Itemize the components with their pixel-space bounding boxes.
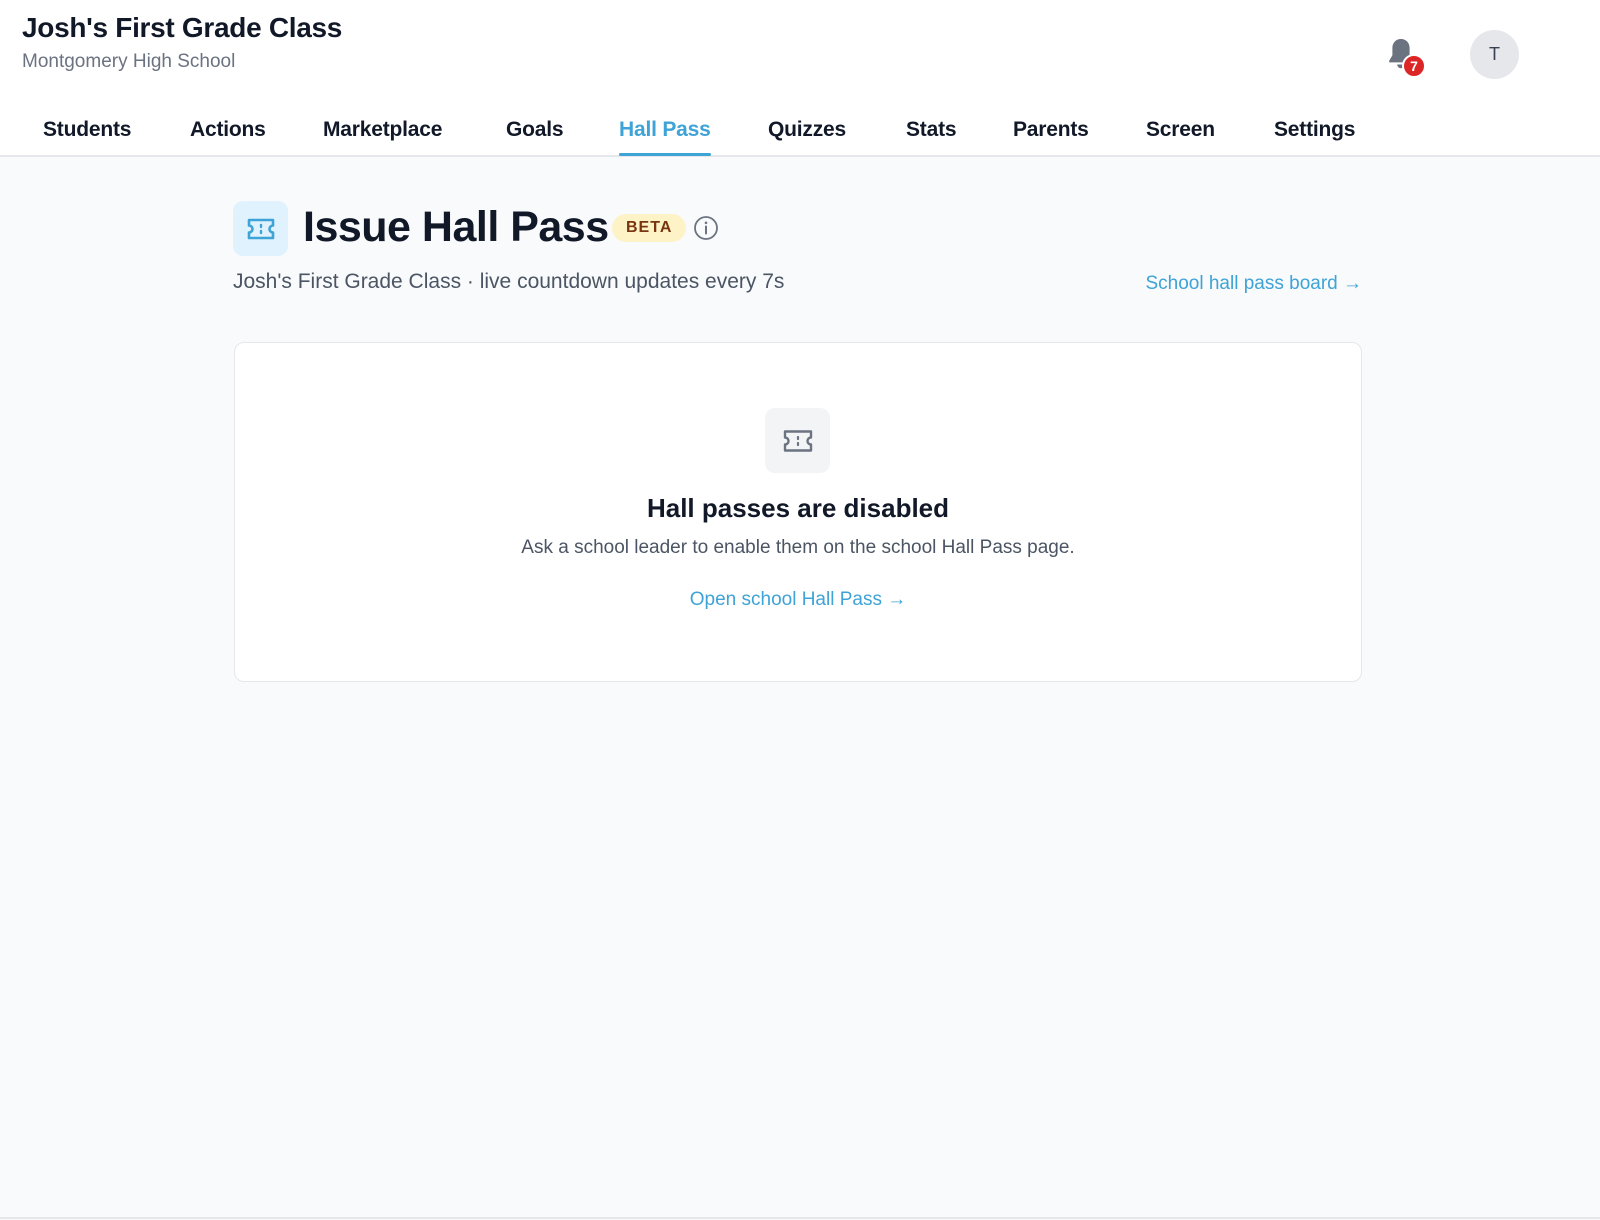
bottom-divider	[0, 1217, 1600, 1219]
tab-goals[interactable]: Goals	[506, 118, 564, 157]
tab-quizzes[interactable]: Quizzes	[768, 118, 846, 157]
tab-actions[interactable]: Actions	[190, 118, 266, 157]
main-tabs: Students Actions Marketplace Goals Hall …	[0, 118, 1600, 157]
user-avatar[interactable]: T	[1470, 30, 1519, 79]
empty-state-message: Ask a school leader to enable them on th…	[521, 537, 1075, 558]
beta-badge: BETA	[612, 214, 687, 242]
app-header: Josh's First Grade Class Montgomery High…	[0, 0, 1600, 157]
empty-state-card: Hall passes are disabled Ask a school le…	[234, 342, 1362, 682]
ticket-icon	[783, 429, 812, 452]
tab-hall-pass[interactable]: Hall Pass	[619, 118, 711, 157]
page-title: Issue Hall Pass	[303, 203, 609, 251]
info-icon[interactable]	[693, 215, 719, 241]
tab-students[interactable]: Students	[43, 118, 131, 157]
notification-count-badge: 7	[1402, 54, 1426, 78]
hall-pass-header-icon	[233, 201, 288, 256]
empty-state-link-wrapper: Open school Hall Pass →	[235, 589, 1361, 611]
empty-state-icon	[765, 408, 830, 473]
empty-state-heading: Hall passes are disabled	[646, 493, 950, 523]
tab-screen[interactable]: Screen	[1146, 118, 1215, 157]
tab-marketplace[interactable]: Marketplace	[323, 118, 442, 157]
ticket-icon	[247, 218, 274, 239]
tab-stats[interactable]: Stats	[906, 118, 957, 157]
open-school-hall-pass-link[interactable]: Open school Hall Pass →	[690, 589, 907, 610]
school-hall-pass-board-link[interactable]: School hall pass board →	[1145, 273, 1362, 295]
page-subtitle: Josh's First Grade Class · live countdow…	[233, 270, 785, 293]
class-title: Josh's First Grade Class	[22, 12, 343, 43]
tab-parents[interactable]: Parents	[1013, 118, 1089, 157]
tab-settings[interactable]: Settings	[1274, 118, 1355, 157]
school-name: Montgomery High School	[22, 51, 236, 72]
